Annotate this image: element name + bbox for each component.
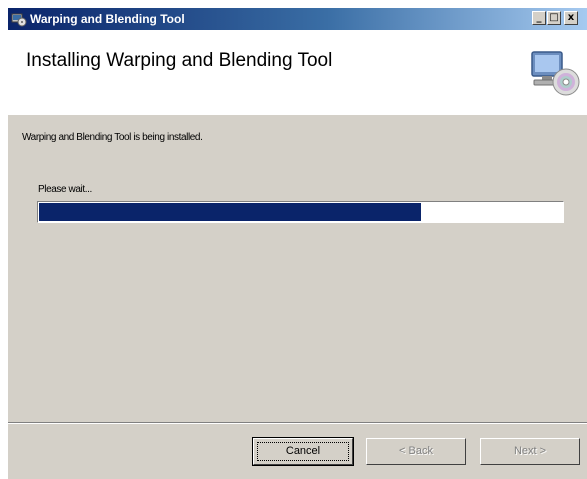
- header-panel: Installing Warping and Blending Tool: [8, 30, 587, 115]
- installer-window: Warping and Blending Tool _ □ x Installi…: [8, 8, 587, 479]
- focus-rectangle: [257, 442, 349, 461]
- header-divider: [8, 114, 587, 115]
- footer-divider-highlight: [8, 423, 587, 424]
- maximize-icon: □: [549, 12, 559, 23]
- minimize-button[interactable]: _: [532, 11, 546, 25]
- next-button-label: Next >: [513, 445, 547, 457]
- title-bar[interactable]: Warping and Blending Tool _ □ x: [8, 8, 587, 30]
- progress-fill: [39, 203, 421, 221]
- cancel-button[interactable]: Cancel: [252, 437, 354, 466]
- computer-cd-icon: [531, 51, 580, 96]
- install-status-text: Warping and Blending Tool is being insta…: [22, 132, 203, 143]
- please-wait-label: Please wait...: [38, 184, 92, 195]
- install-progress-bar: [37, 201, 564, 223]
- next-button[interactable]: Next >: [480, 438, 580, 465]
- close-button[interactable]: x: [564, 11, 578, 25]
- maximize-button[interactable]: □: [547, 11, 561, 25]
- close-icon: x: [567, 12, 575, 23]
- installer-app-icon: [11, 13, 27, 27]
- page-title: Installing Warping and Blending Tool: [26, 50, 333, 71]
- back-button[interactable]: < Back: [366, 438, 466, 465]
- window-title: Warping and Blending Tool: [30, 12, 185, 26]
- minimize-icon: _: [536, 12, 542, 23]
- back-button-label: < Back: [399, 445, 433, 457]
